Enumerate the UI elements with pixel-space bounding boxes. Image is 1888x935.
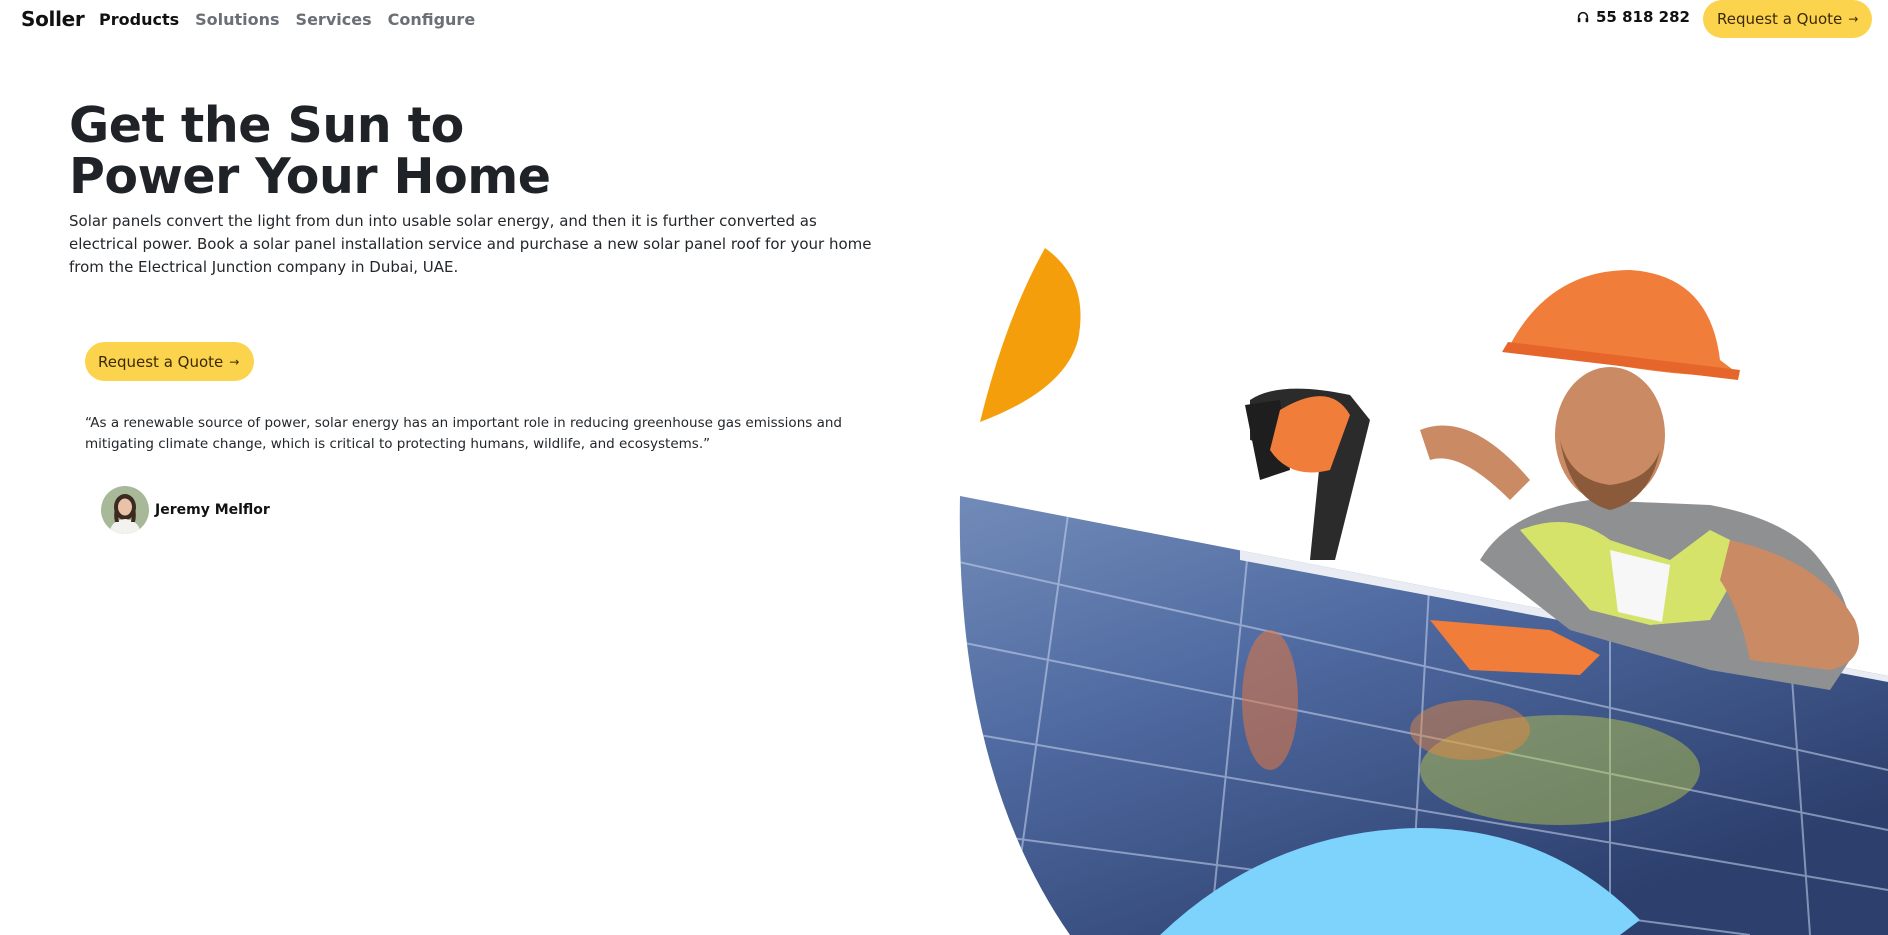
hero-request-quote-button[interactable]: Request a Quote → — [85, 342, 255, 381]
nav-item-services[interactable]: Services — [296, 10, 372, 29]
author-name: Jeremy Melflor — [155, 502, 270, 518]
brand-logo[interactable]: Soller — [21, 7, 85, 31]
main-nav: Products Solutions Services Configure — [99, 10, 475, 29]
hero-description: Solar panels convert the light from dun … — [69, 212, 872, 276]
headphones-icon — [1577, 11, 1589, 23]
phone-number: 55 818 282 — [1596, 8, 1690, 26]
nav-item-solutions[interactable]: Solutions — [195, 10, 279, 29]
nav-item-configure[interactable]: Configure — [388, 10, 476, 29]
arrow-right-icon: → — [1848, 12, 1859, 26]
nav-item-products[interactable]: Products — [99, 10, 179, 29]
arrow-right-icon: → — [229, 354, 240, 369]
hero-title-line-2: Power Your Home — [69, 148, 551, 205]
phone-contact[interactable]: 55 818 282 — [1576, 8, 1690, 26]
avatar — [101, 486, 149, 534]
hero-illustration — [959, 248, 1888, 935]
testimonial-author: Jeremy Melflor — [101, 486, 270, 534]
testimonial-quote: “As a renewable source of power, solar e… — [85, 415, 842, 452]
hero-title: Get the Sun to Power Your Home — [69, 100, 551, 202]
hero-request-quote-label: Request a Quote — [98, 352, 224, 371]
site-header: Soller Products Solutions Services Confi… — [0, 0, 1888, 40]
header-request-quote-label: Request a Quote — [1717, 10, 1843, 28]
hero-title-line-1: Get the Sun to — [69, 97, 464, 154]
header-request-quote-button[interactable]: Request a Quote → — [1703, 0, 1873, 38]
orange-leaf-shape — [980, 248, 1081, 422]
